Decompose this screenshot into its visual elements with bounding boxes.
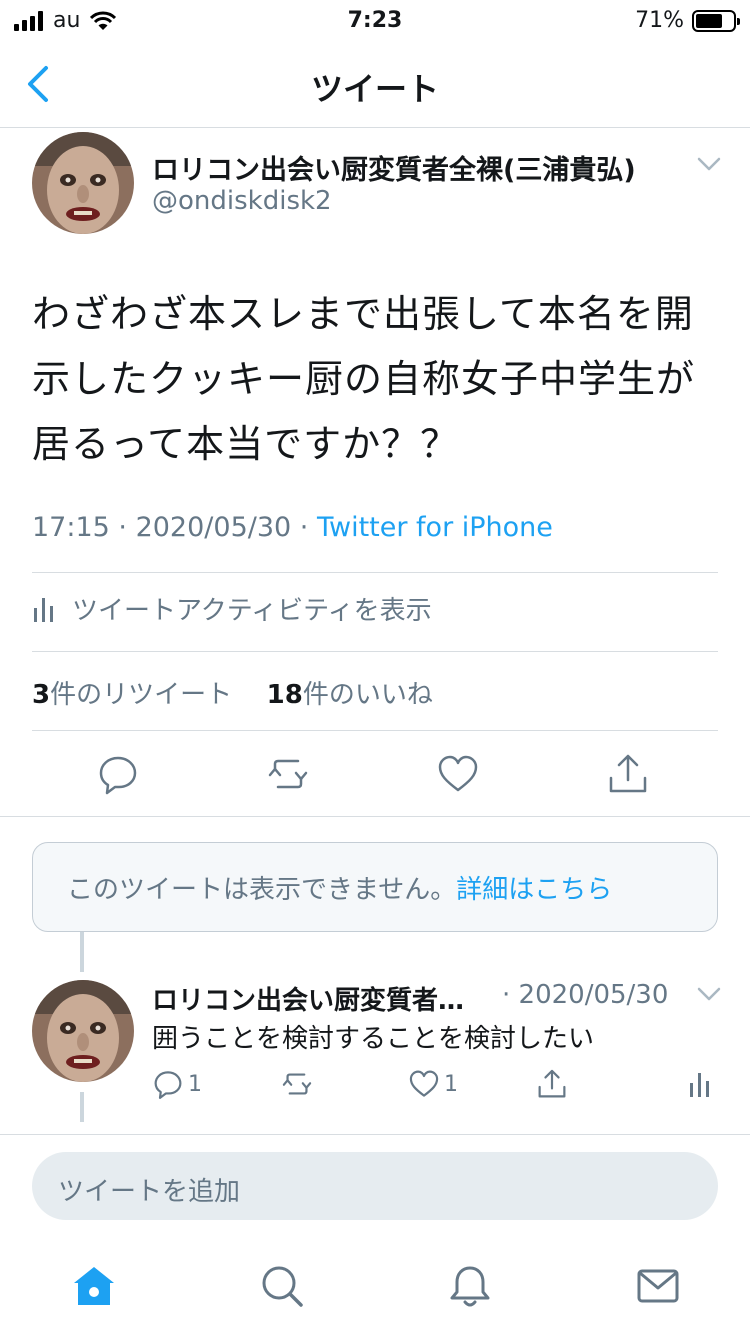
divider [32, 730, 718, 731]
activity-label: ツイートアクティビティを表示 [72, 596, 432, 626]
like-label[interactable]: 件のいいね [303, 680, 433, 710]
divider [32, 572, 718, 573]
tweet-meta: 17:15 · 2020/05/30 · Twitter for iPhone [32, 512, 553, 543]
section-divider [0, 1134, 750, 1135]
reply-author-name[interactable]: ロリコン出会い厨変質者… [152, 980, 464, 1017]
like-icon [409, 1070, 439, 1097]
reply-icon[interactable] [96, 752, 140, 796]
thread-line [80, 932, 84, 972]
unavailable-tweet-notice: このツイートは表示できません。詳細はこちら [32, 842, 718, 932]
reply-reply-count: 1 [188, 1071, 202, 1097]
reply-text: 囲うことを検討することを検討したい [152, 1024, 595, 1054]
reply-reply-button[interactable]: 1 [152, 1068, 202, 1100]
tweet-activity-link[interactable]: ツイートアクティビティを表示 [32, 590, 432, 627]
reply-avatar[interactable] [32, 980, 134, 1082]
messages-icon[interactable] [634, 1262, 682, 1310]
add-tweet-input[interactable]: ツイートを追加 [32, 1152, 718, 1220]
reply-share-button[interactable] [536, 1068, 568, 1100]
section-divider [0, 816, 750, 817]
battery-icon [692, 9, 740, 32]
retweet-count[interactable]: 3 [32, 680, 50, 710]
author-handle[interactable]: @ondiskdisk2 [152, 186, 332, 216]
tweet-stats: 3件のリツイート 18件のいいね [32, 674, 433, 711]
meta-separator: · [118, 512, 136, 543]
author-name[interactable]: ロリコン出会い厨変質者全裸(三浦貴弘) [152, 148, 636, 187]
thread-line [80, 1092, 84, 1122]
retweet-icon[interactable] [266, 752, 310, 796]
reply-date: · 2020/05/30 [502, 980, 669, 1010]
share-icon[interactable] [606, 752, 650, 796]
reply-icon [154, 1071, 182, 1099]
chevron-down-icon[interactable] [697, 156, 721, 172]
share-icon [538, 1069, 566, 1098]
reply-like-button[interactable]: 1 [408, 1068, 458, 1100]
divider [32, 651, 718, 652]
retweet-icon [282, 1073, 312, 1095]
home-icon[interactable] [70, 1262, 118, 1310]
retweet-label[interactable]: 件のリツイート [50, 680, 232, 710]
meta-separator: · [299, 512, 317, 543]
unavailable-message: このツイートは表示できません。 [67, 875, 457, 905]
reply-retweet-button[interactable] [280, 1068, 314, 1100]
like-icon[interactable] [436, 752, 480, 796]
learn-more-link[interactable]: 詳細はこちら [456, 875, 612, 905]
search-icon[interactable] [258, 1262, 306, 1310]
tweet-time: 17:15 [32, 512, 110, 543]
tweet-text: わざわざ本スレまで出張して本名を開示したクッキー厨の自称女子中学生が居るって本当… [32, 292, 696, 466]
analytics-icon [690, 1073, 709, 1097]
battery-percent: 71% [635, 8, 684, 33]
analytics-icon [34, 597, 53, 622]
tweet-date: 2020/05/30 [135, 512, 292, 543]
chevron-down-icon[interactable] [697, 986, 721, 1002]
status-right: 71% [635, 8, 740, 33]
like-count[interactable]: 18 [267, 680, 303, 710]
avatar[interactable] [32, 132, 134, 234]
reply-like-count: 1 [444, 1071, 458, 1097]
battery-fill [696, 13, 722, 28]
reply-analytics-button[interactable] [688, 1068, 712, 1100]
status-bar: au 7:23 71% [0, 0, 750, 40]
page-title: ツイート [310, 70, 439, 108]
nav-bar: ツイート [0, 40, 750, 128]
notifications-icon[interactable] [446, 1262, 494, 1310]
tweet-client-link[interactable]: Twitter for iPhone [317, 512, 553, 543]
